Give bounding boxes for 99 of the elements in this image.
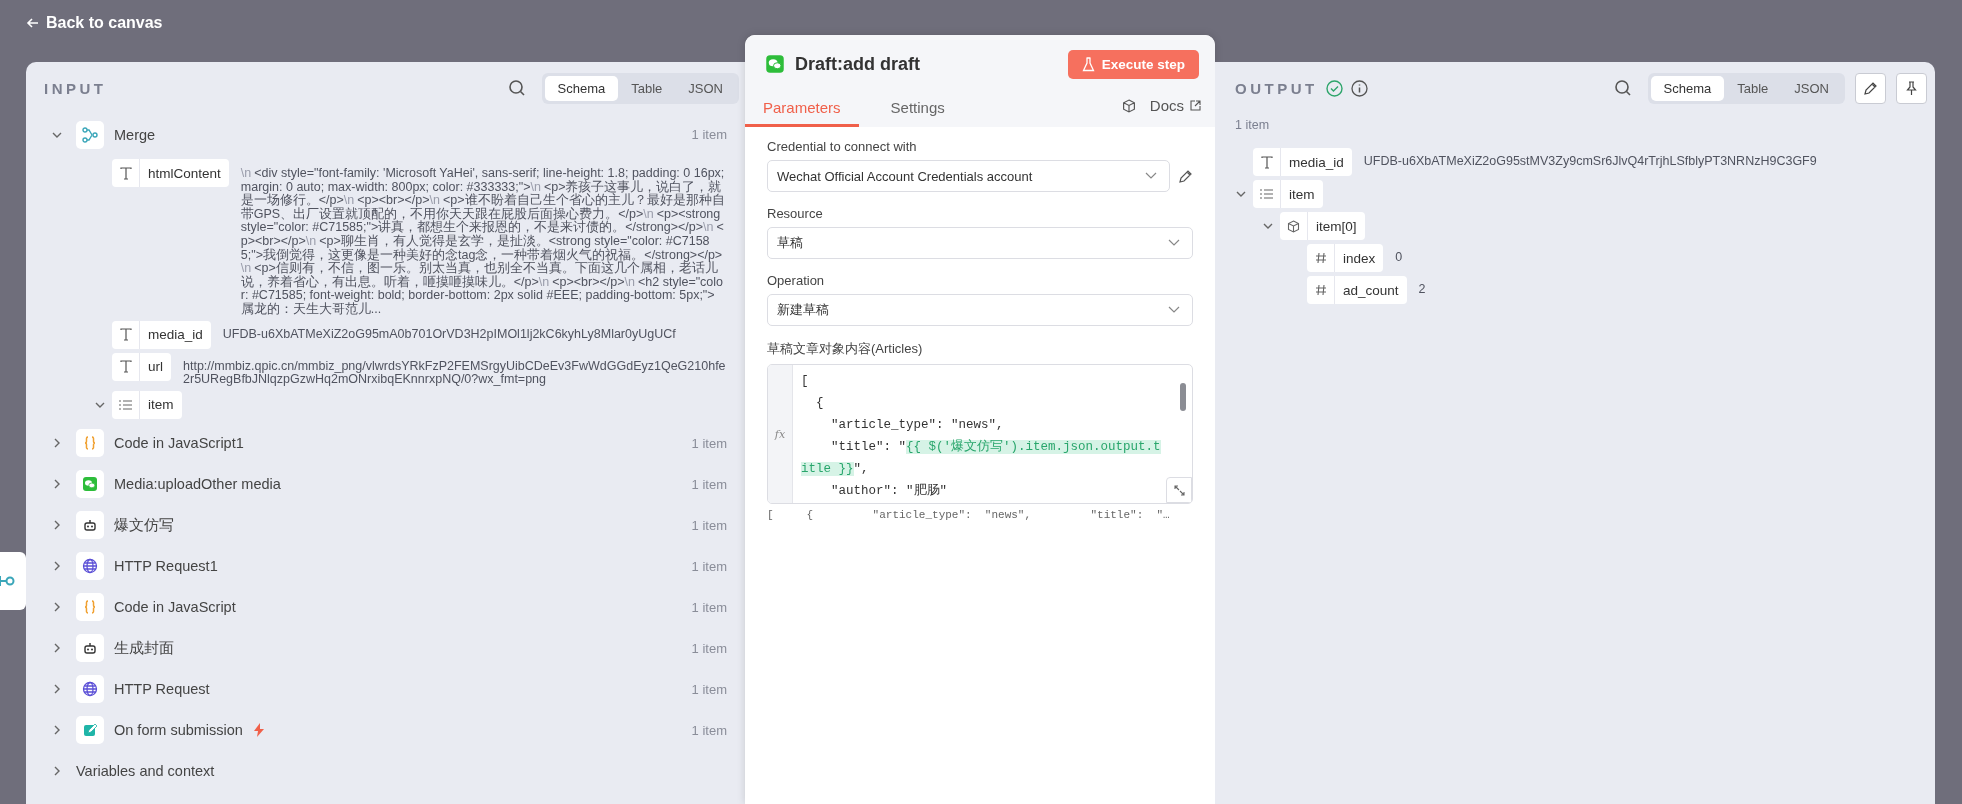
pin-icon (1904, 80, 1919, 96)
pencil-icon[interactable] (1178, 168, 1193, 184)
item-count: 1 item (1234, 117, 1271, 134)
scrollbar[interactable] (1180, 383, 1186, 411)
globe-icon (82, 681, 98, 698)
node-title: Draft:add draft (795, 53, 920, 75)
item-count: 1 item (691, 722, 727, 738)
field-pill: url (112, 352, 171, 381)
select-field[interactable]: 草稿 (767, 227, 1193, 259)
node-name[interactable]: HTTP Request (114, 681, 210, 698)
text-type-icon (119, 360, 132, 374)
node-name[interactable]: On form submission (114, 722, 243, 739)
item-count: 1 item (691, 599, 727, 615)
view-tab[interactable]: Table (1724, 75, 1782, 101)
item-count: 1 item (691, 476, 727, 492)
chevron-down-icon (1168, 239, 1180, 247)
back-link[interactable]: Back to canvas (26, 14, 163, 32)
chevron-down-icon (1168, 306, 1180, 314)
variables-label[interactable]: Variables and context (76, 763, 215, 780)
item-count: 1 item (691, 517, 727, 533)
field-value: \n <div style="font-family: 'Microsoft YaHei', sans-serif; line-height: 1.8; padding: 0 16px; margin: 0 auto; max-width: 800px; color: #333333;">\n <p>养孩子这事儿，说白了，就是一场修行。</p>\n <p><br></p>\n <p>谁不盼着自己生个省心的主儿？最好是那种自带GPS、出厂设置就顶配的，不用你天天跟在屁股后面操心费力。</p>\n <p><strong style="color: #C71585;">讲真，都想生个来报恩的，不是来讨债的。</strong></p>\n <p><br></p>\n <p>聊生肖，有人觉得是玄学，是扯淡。<strong style="color: #C71585;">我倒觉得，这更像是一种美好的念tag念，一种带着烟火气的祝福。</strong></p> \n <p>信则有，不信，图一乐。别太当真，也别全不当真。下面这几个属相，老话儿说，养着省心，有出息。听着，咂摸咂摸味儿。</p>\n <p><br></p>\n <h2 style="color: #C71585; font-weight: bold; border-bottom: 2px solid #EEE; padding-bottom: 5px;">属龙的：天生大哥范儿... (240, 165, 726, 317)
node-name[interactable]: Merge (114, 126, 156, 143)
node-handle[interactable] (0, 552, 26, 610)
code-line: [ (801, 373, 810, 390)
globe-icon (82, 558, 98, 575)
field-label: 草稿文章对象内容(Articles) (767, 340, 924, 358)
result-preview: [ { "article_type": "news", "title": "… (767, 509, 1171, 521)
select-field[interactable]: 新建草稿 (767, 294, 1193, 326)
braces-icon (82, 435, 98, 452)
expand-icon (1173, 484, 1185, 496)
chat-bubbles-icon (82, 476, 98, 493)
field-label: Resource (767, 206, 824, 221)
code-line: { (815, 395, 825, 412)
field-value: UFDB-u6XbATMeXiZ2oG95stMV3Zy9cmSr6JlvQ4rTrjhLSfblyPT3NRNzH9C3GF9 (1363, 153, 1817, 169)
merge-icon (82, 126, 98, 143)
info-icon[interactable] (1350, 79, 1368, 97)
connector-icon (0, 573, 16, 589)
flask-icon (1081, 56, 1095, 72)
field-label: Credential to connect with (767, 139, 918, 154)
text-type-icon (1260, 155, 1273, 169)
select-field[interactable]: Wechat Official Account Credentials account (767, 160, 1170, 192)
node-name[interactable]: HTTP Request1 (114, 558, 218, 575)
item-count: 1 item (691, 681, 727, 697)
field-value: http://mmbiz.qpic.cn/mmbiz_png/vlwrdsYRkFzP2FEMSrgyUibCDeEv3FwWdGGdEyz1QeG210hfe2r5URegBfbJNlqzpGzwHq2mONrxibqEKnnrxpNQ/0?wx_fmt=png (183, 357, 727, 387)
search-icon[interactable] (507, 79, 526, 97)
text-type-icon (119, 328, 132, 342)
braces-icon (82, 599, 98, 616)
code-line: "author": "肥肠" (830, 482, 949, 500)
text-type-icon (119, 166, 132, 180)
edit-button[interactable] (1855, 72, 1886, 104)
view-tab[interactable]: JSON (675, 75, 736, 101)
cube-icon[interactable] (1121, 98, 1136, 113)
arrow-left-icon (26, 16, 40, 30)
view-tab[interactable]: JSON (1781, 75, 1842, 101)
robot-icon (82, 517, 98, 534)
field-pill: item (112, 390, 182, 419)
item-count: 1 item (691, 435, 727, 451)
node-name[interactable]: Code in JavaScript1 (114, 435, 244, 452)
field-pill: media_id (1253, 148, 1352, 176)
form-icon (82, 722, 98, 739)
search-icon[interactable] (1613, 79, 1632, 97)
robot-icon (82, 640, 98, 657)
item-count: 1 item (691, 127, 727, 142)
list-icon (119, 398, 132, 411)
node-name[interactable]: Code in JavaScript (114, 599, 236, 616)
pin-button[interactable] (1896, 72, 1927, 104)
expression-marker: fx (774, 427, 786, 441)
field-label: Operation (767, 273, 826, 288)
code-editor[interactable]: fx [ { "article_type": "news", "title": "{{ $('爆文仿写').item.json.output.title }}", "author": "肥肠" (767, 364, 1193, 504)
item-count: 1 item (691, 640, 727, 656)
chat-bubbles-icon (765, 54, 785, 74)
view-tab[interactable]: Table (618, 75, 676, 101)
field-pill: ad_count (1307, 276, 1407, 304)
node-name[interactable]: Media:uploadOther media (114, 476, 281, 493)
external-link-icon (1190, 100, 1201, 111)
item-count: 1 item (691, 558, 727, 574)
field-pill: index (1307, 244, 1384, 272)
node-name[interactable]: 爆文仿写 (114, 515, 174, 535)
panel-tab[interactable]: Settings (872, 84, 961, 127)
cube-icon (1287, 219, 1300, 233)
field-value: 0 (1395, 249, 1403, 265)
docs-link[interactable]: Docs (1149, 97, 1201, 114)
pencil-icon (1863, 80, 1878, 96)
field-value: UFDB-u6XbATMeXiZ2oG95mA0b701OrVD3H2pIMOl1lj2kC6kyhLy8Mlar0yUgUCf (222, 325, 676, 342)
field-pill: item (1253, 180, 1323, 208)
view-tab[interactable]: Schema (544, 75, 619, 101)
view-tab[interactable]: Schema (1650, 75, 1725, 101)
field-pill: media_id (112, 320, 211, 349)
panel-title: OUTPUT (1235, 79, 1318, 97)
field-pill: item[0] (1280, 212, 1365, 240)
hash-icon (1314, 252, 1327, 264)
node-name[interactable]: 生成封面 (114, 638, 174, 658)
hash-icon (1314, 284, 1327, 296)
field-pill: htmlContent (112, 159, 229, 187)
code-line: "article_type": "news", (830, 417, 1005, 434)
chevron-down-icon (1145, 172, 1157, 180)
list-icon (1260, 188, 1273, 200)
panel-title: INPUT (44, 79, 107, 97)
field-value: 2 (1418, 281, 1426, 297)
